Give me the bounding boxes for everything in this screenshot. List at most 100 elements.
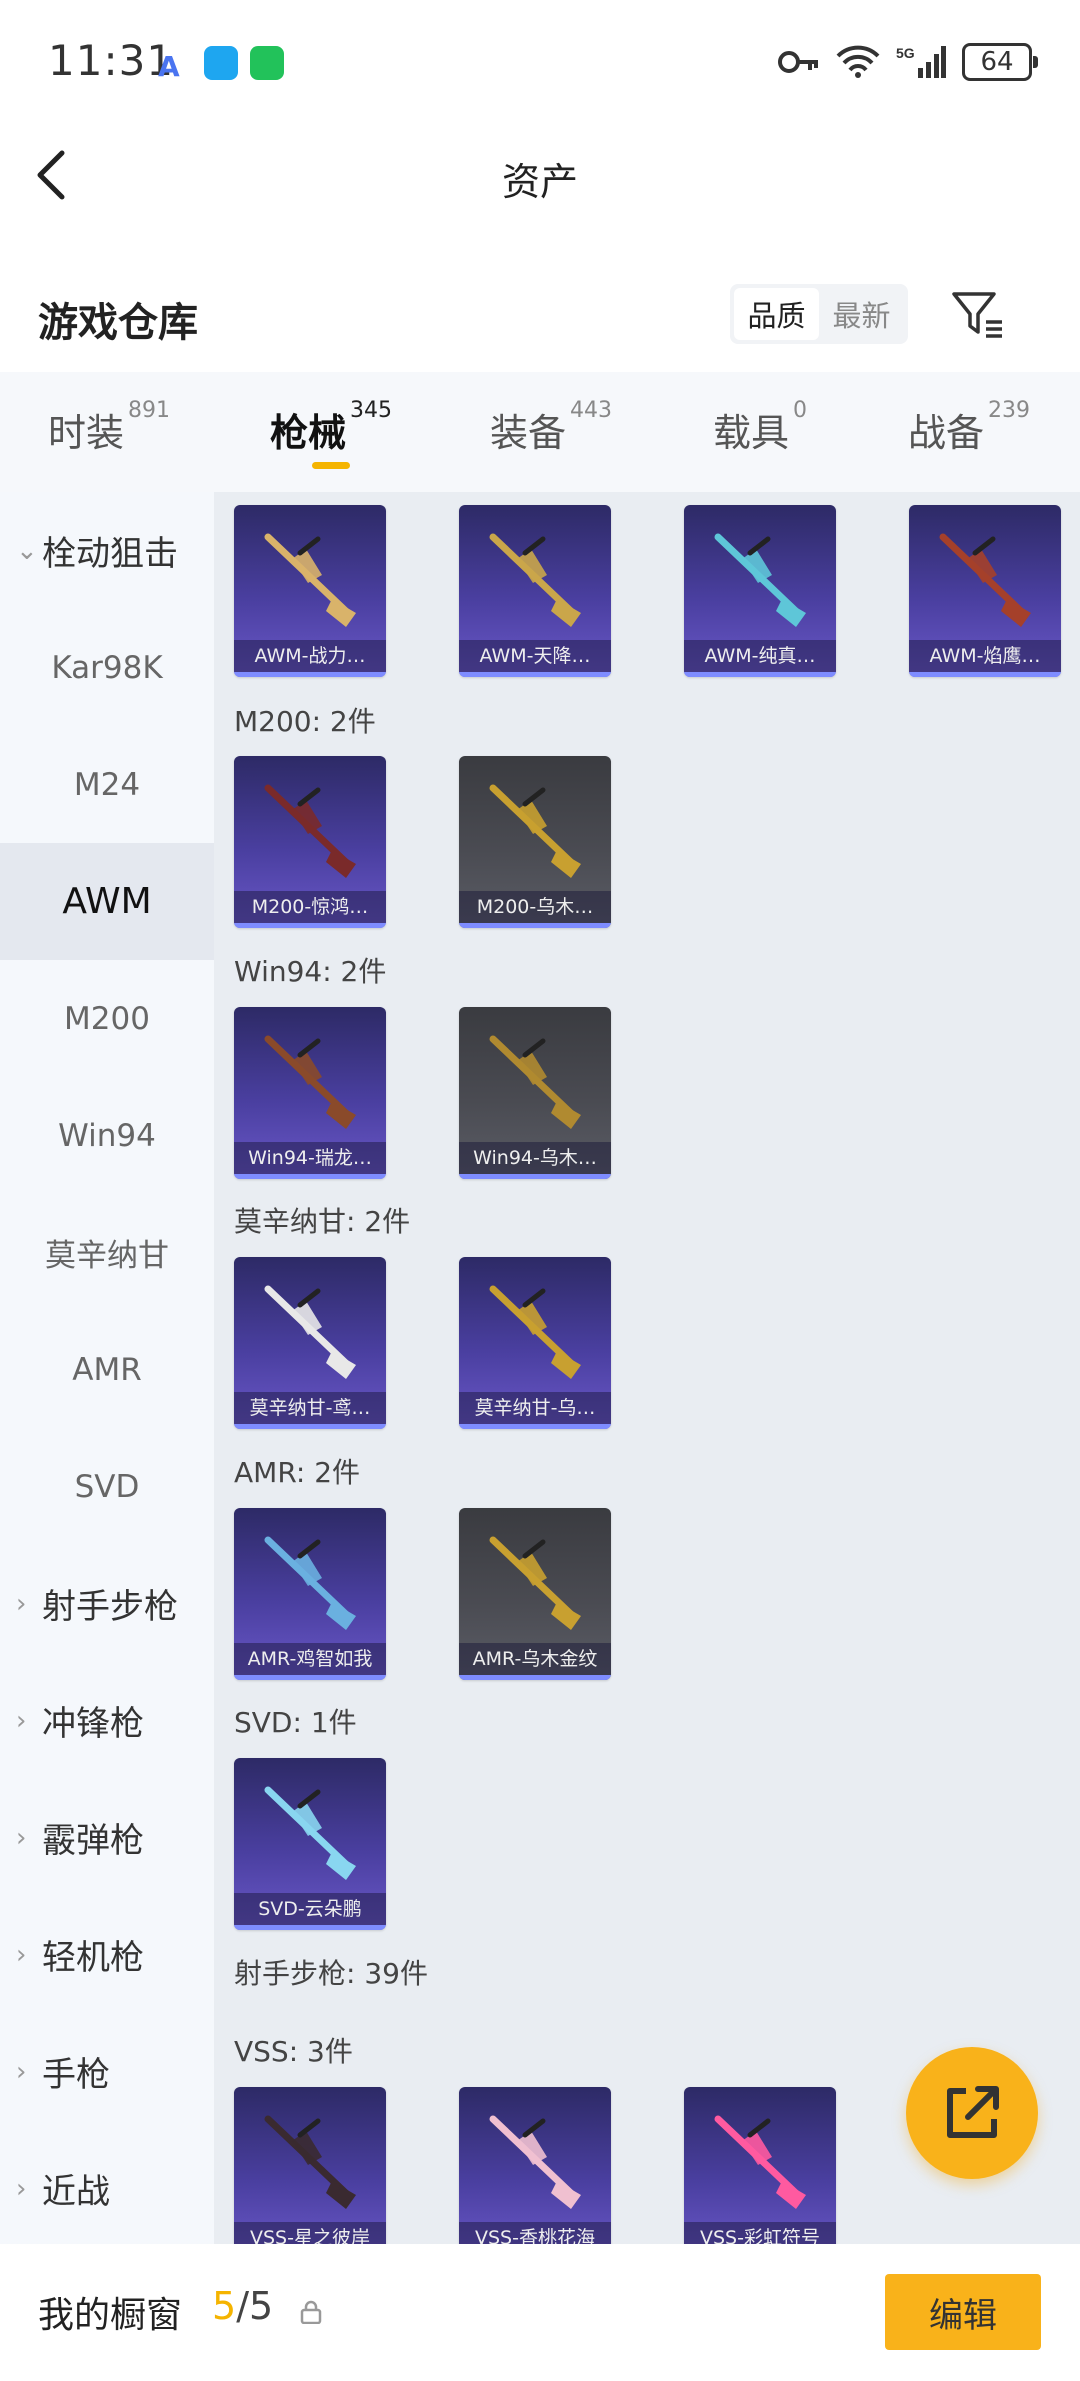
rifle-icon bbox=[264, 533, 356, 627]
wechat-app-icon bbox=[250, 46, 284, 80]
weapon-card[interactable]: 莫辛纳甘-乌… bbox=[459, 1257, 611, 1429]
rifle-icon bbox=[264, 1035, 356, 1129]
chevron-right-icon: › bbox=[16, 1939, 27, 1970]
rifle-icon bbox=[714, 533, 806, 627]
showcase-bar: 我的橱窗 5/5 编辑 bbox=[0, 2244, 1080, 2381]
rarity-bar bbox=[234, 1424, 386, 1429]
sidebar-item-amr[interactable]: AMR bbox=[0, 1311, 214, 1428]
rarity-bar bbox=[459, 672, 611, 677]
rarity-bar bbox=[459, 923, 611, 928]
weapon-card-label: AMR-鸡智如我 bbox=[234, 1643, 386, 1675]
weapon-card[interactable]: AWM-焰鹰… bbox=[909, 505, 1061, 677]
sidebar-group-shotgun[interactable]: › 霰弹枪 bbox=[0, 1779, 214, 1896]
weapon-card[interactable]: Win94-乌木… bbox=[459, 1007, 611, 1179]
tab-supplies[interactable]: 战备239 bbox=[908, 398, 1030, 457]
section-title-m200: M200: 2件 bbox=[234, 705, 376, 738]
weapon-sidebar: ⌄ 栓动狙击 Kar98K M24 AWM M200 Win94 莫辛纳甘 AMR… bbox=[0, 492, 214, 2244]
weapon-card[interactable]: VSS-星之彼岸 bbox=[234, 2087, 386, 2259]
external-link-icon bbox=[947, 2086, 999, 2138]
showcase-count-total: /5 bbox=[236, 2284, 274, 2328]
showcase-count-current: 5 bbox=[212, 2284, 237, 2328]
lock-icon bbox=[300, 2300, 322, 2324]
status-time: 11:31 bbox=[48, 36, 175, 85]
sidebar-item-kar98k[interactable]: Kar98K bbox=[0, 609, 214, 726]
chevron-right-icon: › bbox=[16, 1822, 27, 1853]
weapon-card[interactable]: VSS-香桃花海 bbox=[459, 2087, 611, 2259]
rifle-icon bbox=[939, 533, 1031, 627]
sidebar-group-label: 近战 bbox=[42, 2172, 110, 2212]
section-title-vss: VSS: 3件 bbox=[234, 2035, 353, 2068]
weapon-card-label: AWM-纯真… bbox=[684, 640, 836, 672]
section-title-amr: AMR: 2件 bbox=[234, 1456, 361, 1489]
weapon-card[interactable]: AMR-乌木金纹 bbox=[459, 1508, 611, 1680]
chevron-right-icon: › bbox=[16, 1588, 27, 1619]
section-title-win94: Win94: 2件 bbox=[234, 955, 387, 988]
share-fab-button[interactable] bbox=[906, 2047, 1038, 2179]
sidebar-group-melee[interactable]: › 近战 bbox=[0, 2130, 214, 2244]
rarity-bar bbox=[459, 1424, 611, 1429]
weapon-card[interactable]: VSS-彩虹符号 bbox=[684, 2087, 836, 2259]
weapon-card-label: M200-乌木… bbox=[459, 891, 611, 923]
battery-indicator: 64 bbox=[962, 43, 1038, 81]
weapon-card-label: SVD-云朵鹏 bbox=[234, 1893, 386, 1925]
chevron-right-icon: › bbox=[16, 2056, 27, 2087]
sort-latest-button[interactable]: 最新 bbox=[819, 288, 904, 340]
tab-label: 时装 bbox=[48, 411, 125, 455]
sidebar-group-label: 轻机枪 bbox=[42, 1938, 144, 1978]
rifle-icon bbox=[489, 533, 581, 627]
rarity-bar bbox=[459, 1174, 611, 1179]
tab-label: 枪械 bbox=[270, 411, 347, 455]
rifle-icon bbox=[264, 1536, 356, 1630]
weapon-card[interactable]: AWM-战力… bbox=[234, 505, 386, 677]
sidebar-group-pistol[interactable]: › 手枪 bbox=[0, 2013, 214, 2130]
active-tab-indicator bbox=[312, 462, 350, 469]
rarity-bar bbox=[234, 1174, 386, 1179]
tab-count: 891 bbox=[128, 398, 171, 423]
sidebar-group-dmr[interactable]: › 射手步枪 bbox=[0, 1545, 214, 1662]
weapon-card[interactable]: Win94-瑞龙… bbox=[234, 1007, 386, 1179]
weapon-card[interactable]: M200-乌木… bbox=[459, 756, 611, 928]
edit-button[interactable]: 编辑 bbox=[885, 2274, 1041, 2350]
rifle-icon bbox=[264, 1285, 356, 1379]
signal-5g-icon: 5G bbox=[896, 45, 946, 78]
rifle-icon bbox=[489, 2115, 581, 2209]
tab-firearms[interactable]: 枪械345 bbox=[270, 398, 392, 457]
weapon-card[interactable]: AMR-鸡智如我 bbox=[234, 1508, 386, 1680]
rarity-bar bbox=[234, 1675, 386, 1680]
sidebar-item-svd[interactable]: SVD bbox=[0, 1428, 214, 1545]
rarity-bar bbox=[234, 1925, 386, 1930]
weapon-card-label: Win94-乌木… bbox=[459, 1142, 611, 1174]
page-title: 资产 bbox=[501, 160, 578, 204]
weapon-card[interactable]: AWM-天降… bbox=[459, 505, 611, 677]
weapon-card[interactable]: SVD-云朵鹏 bbox=[234, 1758, 386, 1930]
sidebar-item-m24[interactable]: M24 bbox=[0, 726, 214, 843]
weapon-card[interactable]: M200-惊鸿… bbox=[234, 756, 386, 928]
sidebar-group-label: 冲锋枪 bbox=[42, 1704, 144, 1744]
showcase-label: 我的橱窗 bbox=[38, 2295, 183, 2336]
rarity-bar bbox=[234, 923, 386, 928]
sidebar-item-win94[interactable]: Win94 bbox=[0, 1077, 214, 1194]
chevron-right-icon: › bbox=[16, 2173, 27, 2204]
sort-toggle: 品质 最新 bbox=[730, 284, 908, 344]
filter-icon[interactable] bbox=[950, 288, 1006, 342]
sidebar-item-awm[interactable]: AWM bbox=[0, 843, 214, 960]
warehouse-title: 游戏仓库 bbox=[38, 300, 198, 346]
sort-quality-button[interactable]: 品质 bbox=[734, 288, 819, 340]
tab-vehicles[interactable]: 载具0 bbox=[713, 398, 807, 457]
sidebar-group-lmg[interactable]: › 轻机枪 bbox=[0, 1896, 214, 2013]
tab-equipment[interactable]: 装备443 bbox=[490, 398, 612, 457]
weapon-card-label: M200-惊鸿… bbox=[234, 891, 386, 923]
weapon-card[interactable]: AWM-纯真… bbox=[684, 505, 836, 677]
tab-fashion[interactable]: 时装891 bbox=[48, 398, 170, 457]
sidebar-group-bolt-sniper[interactable]: ⌄ 栓动狙击 bbox=[0, 492, 214, 609]
weapon-card[interactable]: 莫辛纳甘-鸢… bbox=[234, 1257, 386, 1429]
sidebar-item-mosin[interactable]: 莫辛纳甘 bbox=[0, 1194, 214, 1311]
rifle-icon bbox=[264, 1786, 356, 1880]
weapon-card-label: AWM-焰鹰… bbox=[909, 640, 1061, 672]
tab-label: 载具 bbox=[713, 411, 790, 455]
sidebar-group-smg[interactable]: › 冲锋枪 bbox=[0, 1662, 214, 1779]
rifle-icon bbox=[489, 1536, 581, 1630]
status-bar: 11:31 A 5G 64 bbox=[0, 0, 1080, 125]
sidebar-item-m200[interactable]: M200 bbox=[0, 960, 214, 1077]
weapon-card-label: AWM-战力… bbox=[234, 640, 386, 672]
